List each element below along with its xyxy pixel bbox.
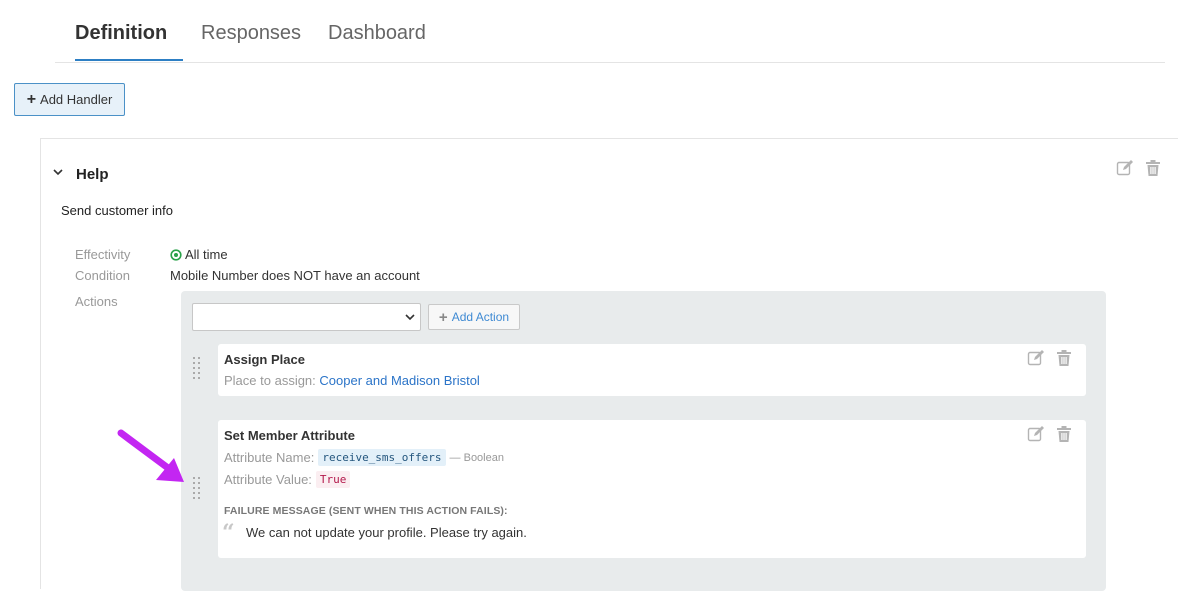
place-link[interactable]: Cooper and Madison Bristol	[319, 373, 479, 388]
attribute-value-row: Attribute Value: True	[224, 471, 351, 488]
drag-handle-icon[interactable]	[192, 476, 202, 502]
add-action-label: Add Action	[451, 310, 510, 324]
effectivity-value-wrap: All time	[170, 247, 228, 262]
trash-icon[interactable]	[1055, 349, 1073, 367]
trash-icon[interactable]	[1055, 425, 1073, 443]
plus-icon: +	[26, 90, 37, 108]
action-title: Set Member Attribute	[224, 428, 355, 443]
quote-icon: “	[222, 520, 235, 546]
chevron-down-icon	[405, 314, 415, 321]
tab-definition[interactable]: Definition	[75, 22, 167, 45]
trash-icon[interactable]	[1144, 159, 1162, 177]
condition-label: Condition	[75, 268, 130, 283]
attribute-type: — Boolean	[449, 451, 504, 464]
edit-icon[interactable]	[1116, 159, 1134, 177]
failure-message: We can not update your profile. Please t…	[246, 525, 527, 540]
plus-icon: +	[438, 308, 448, 326]
add-handler-label: Add Handler	[40, 92, 113, 107]
edit-icon[interactable]	[1027, 425, 1045, 443]
place-to-assign-row: Place to assign: Cooper and Madison Bris…	[224, 373, 480, 388]
attribute-value-label: Attribute Value:	[224, 472, 312, 487]
effectivity-label: Effectivity	[75, 247, 131, 262]
drag-handle-icon[interactable]	[192, 356, 202, 382]
attribute-name-row: Attribute Name: receive_sms_offers — Boo…	[224, 449, 504, 466]
add-action-button[interactable]: + Add Action	[428, 304, 520, 330]
chevron-down-icon[interactable]	[52, 166, 64, 178]
handler-toolbar	[1116, 159, 1162, 177]
action-card-assign-place	[218, 344, 1086, 396]
action-card-toolbar	[1027, 425, 1073, 443]
failure-message-heading: FAILURE MESSAGE (SENT WHEN THIS ACTION F…	[224, 505, 508, 517]
handler-title[interactable]: Help	[76, 166, 109, 183]
tab-responses[interactable]: Responses	[201, 22, 301, 45]
check-circle-icon	[170, 248, 182, 261]
place-to-assign-label: Place to assign:	[224, 373, 316, 388]
tab-bar: Definition Responses Dashboard	[55, 0, 1165, 63]
action-title: Assign Place	[224, 352, 305, 367]
edit-icon[interactable]	[1027, 349, 1045, 367]
attribute-value-value: True	[315, 471, 351, 488]
add-handler-button[interactable]: + Add Handler	[14, 83, 125, 116]
active-tab-indicator	[75, 59, 183, 61]
arrow-annotation-icon	[117, 429, 184, 482]
condition-value: Mobile Number does NOT have an account	[170, 268, 420, 283]
actions-label: Actions	[75, 294, 118, 309]
action-type-select[interactable]	[192, 303, 421, 331]
attribute-name-label: Attribute Name:	[224, 450, 315, 465]
tab-dashboard[interactable]: Dashboard	[328, 22, 426, 45]
attribute-name-value: receive_sms_offers	[318, 449, 446, 466]
effectivity-value: All time	[185, 247, 228, 262]
action-card-toolbar	[1027, 349, 1073, 367]
handler-description: Send customer info	[61, 203, 174, 218]
